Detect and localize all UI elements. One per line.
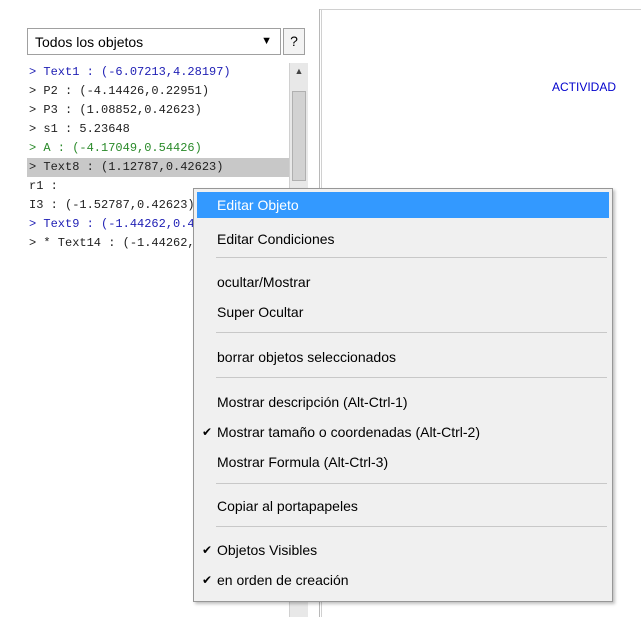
- checkmark-icon: ✔: [202, 573, 213, 587]
- list-item[interactable]: > P3 : (1.08852,0.42623): [27, 101, 289, 120]
- menu-separator: [216, 332, 607, 333]
- menu-separator: [216, 526, 607, 527]
- list-item[interactable]: > P2 : (-4.14426,0.22951): [27, 82, 289, 101]
- checkmark-icon: ✔: [202, 425, 213, 439]
- list-item-selected[interactable]: > Text8 : (1.12787,0.42623): [27, 158, 289, 177]
- context-menu: Editar Objeto Editar Condiciones ocultar…: [193, 188, 613, 602]
- menu-item-orden-creacion[interactable]: ✔ en orden de creación: [197, 567, 609, 593]
- help-button[interactable]: ?: [283, 28, 305, 55]
- menu-separator: [216, 377, 607, 378]
- canvas-activity-label: ACTIVIDAD: [552, 80, 617, 94]
- menu-item-borrar-objetos[interactable]: borrar objetos seleccionados: [197, 344, 609, 370]
- scroll-up-icon[interactable]: ▲: [290, 63, 308, 79]
- menu-separator: [216, 257, 607, 258]
- menu-item-copiar-portapapeles[interactable]: Copiar al portapapeles: [197, 493, 609, 519]
- menu-item-objetos-visibles[interactable]: ✔ Objetos Visibles: [197, 537, 609, 563]
- filter-select-value: Todos los objetos: [35, 34, 144, 50]
- menu-item-mostrar-formula[interactable]: Mostrar Formula (Alt-Ctrl-3): [197, 449, 609, 475]
- chevron-down-icon[interactable]: ▼: [261, 35, 272, 47]
- list-item[interactable]: > A : (-4.17049,0.54426): [27, 139, 289, 158]
- menu-item-editar-condiciones[interactable]: Editar Condiciones: [197, 226, 609, 252]
- menu-item-ocultar-mostrar[interactable]: ocultar/Mostrar: [197, 269, 609, 295]
- menu-item-label: Objetos Visibles: [217, 542, 318, 558]
- menu-item-label: en orden de creación: [217, 572, 349, 588]
- menu-item-mostrar-tamano[interactable]: ✔ Mostrar tamaño o coordenadas (Alt-Ctrl…: [197, 419, 609, 445]
- menu-item-mostrar-descripcion[interactable]: Mostrar descripción (Alt-Ctrl-1): [197, 389, 609, 415]
- list-item[interactable]: > s1 : 5.23648: [27, 120, 289, 139]
- list-item[interactable]: > Text1 : (-6.07213,4.28197): [27, 63, 289, 82]
- menu-item-editar-objeto[interactable]: Editar Objeto: [197, 192, 609, 218]
- menu-item-super-ocultar[interactable]: Super Ocultar: [197, 299, 609, 325]
- checkmark-icon: ✔: [202, 543, 213, 557]
- menu-separator: [216, 483, 607, 484]
- menu-item-label: Mostrar tamaño o coordenadas (Alt-Ctrl-2…: [217, 424, 480, 440]
- scroll-thumb[interactable]: [292, 91, 306, 181]
- filter-select[interactable]: Todos los objetos ▼: [27, 28, 281, 55]
